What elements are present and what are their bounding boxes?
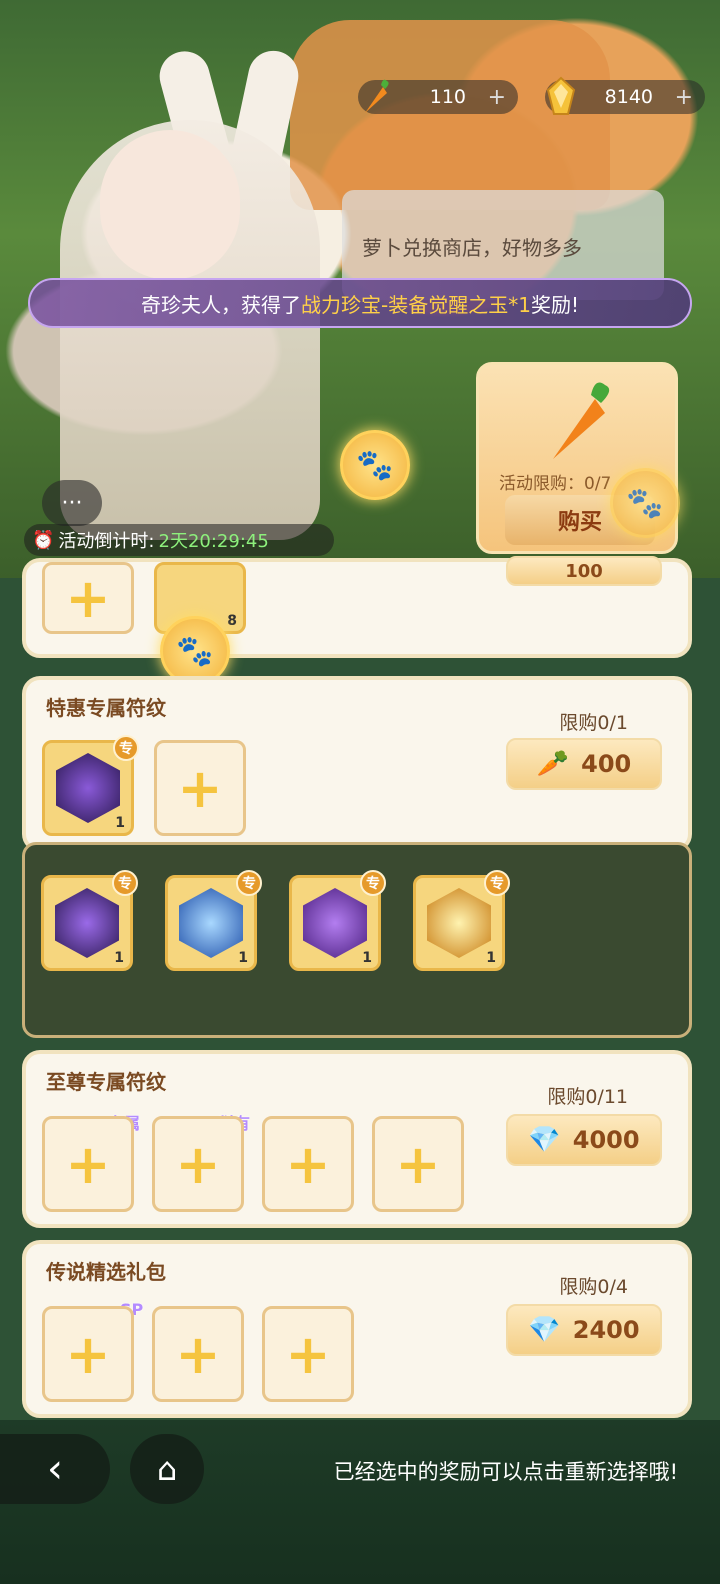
home-icon[interactable]: ⌂ [130, 1434, 204, 1504]
legend-pack-card: 传说精选礼包 限购0/4 💎 2400 SP + + + [22, 1240, 692, 1418]
add-carrot-button[interactable]: + [488, 85, 506, 110]
price-value: 400 [581, 750, 632, 778]
gold-gem-icon: 💎 [528, 1125, 561, 1155]
purchase-limit: 限购0/11 [547, 1086, 628, 1108]
gem-count: 8140 [604, 86, 653, 108]
item-count: 1 [114, 950, 124, 966]
exclusive-badge: 专 [484, 870, 510, 896]
exclusive-badge: 专 [113, 735, 139, 761]
empty-slot[interactable]: + [154, 740, 246, 836]
broadcast-suffix: 奖励! [530, 292, 579, 317]
chat-bubble-icon[interactable]: ··· [42, 480, 102, 526]
empty-slot[interactable]: + [42, 1306, 134, 1402]
reward-broadcast: 奇珍夫人，获得了 战力珍宝-装备觉醒之玉*1 奖励! [28, 278, 692, 328]
item-count: 1 [115, 815, 125, 831]
section-title: 传说精选礼包 [46, 1260, 166, 1284]
supreme-price-button[interactable]: 💎 4000 [506, 1114, 662, 1166]
broadcast-prefix: 奇珍夫人，获得了 [141, 292, 301, 317]
bottom-bar: ‹ ⌂ 已经选中的奖励可以点击重新选择哦! [0, 1420, 720, 1584]
rune-option[interactable]: 专 1 [41, 870, 138, 971]
item-count: 1 [362, 950, 372, 966]
paw-icon[interactable]: 🐾 [610, 468, 680, 538]
countdown-label: 活动倒计时: [58, 531, 155, 552]
back-arrow-icon[interactable]: ‹ [0, 1434, 110, 1504]
character-face [100, 130, 240, 280]
reselect-tip: 已经选中的奖励可以点击重新选择哦! [333, 1460, 678, 1484]
rune-option[interactable]: 专 1 [413, 870, 510, 971]
carrot-icon: 🥕 [536, 749, 570, 779]
supreme-rune-card: 至尊专属符纹 限购0/11 💎 4000 专属 稀有 + + + + [22, 1050, 692, 1228]
empty-slot[interactable]: + [42, 1116, 134, 1212]
legend-price-button[interactable]: 💎 2400 [506, 1304, 662, 1356]
partial-price: 100 [565, 560, 603, 582]
event-countdown: ⏰ 活动倒计时: 2天20:29:45 [24, 524, 334, 556]
special-price-button[interactable]: 🥕 400 [506, 738, 662, 790]
empty-slot[interactable]: + [152, 1116, 244, 1212]
purple-dragon-rune-icon [303, 888, 367, 958]
countdown-time: 2天20:29:45 [158, 531, 269, 552]
purple-feather-rune-icon [56, 753, 120, 823]
empty-slot[interactable]: + [152, 1306, 244, 1402]
gem-currency-bar[interactable]: 8140 + [545, 76, 705, 115]
partial-offer-card: + 8 100 [22, 556, 692, 658]
empty-slot[interactable]: + [262, 1116, 354, 1212]
purchase-limit: 限购0/4 [559, 1276, 628, 1298]
empty-slot[interactable]: + [372, 1116, 464, 1212]
item-count: 1 [238, 950, 248, 966]
rune-option[interactable]: 专 1 [289, 870, 386, 971]
gold-gem-icon [541, 74, 581, 118]
carrot-currency-bar[interactable]: 110 + [358, 79, 518, 114]
exclusive-badge: 专 [360, 870, 386, 896]
empty-slot[interactable]: + [262, 1306, 354, 1402]
empty-slot[interactable]: + [42, 562, 134, 634]
clock-icon: ⏰ [32, 529, 55, 551]
paw-icon[interactable]: 🐾 [340, 430, 410, 500]
price-value: 2400 [572, 1316, 640, 1344]
price-value: 4000 [572, 1126, 640, 1154]
featured-limit: 活动限购：0/7 [499, 474, 612, 494]
golden-burst-rune-icon [427, 888, 491, 958]
hero-banner: 110 + 8140 + 萝卜兑换商店，好物多多 奇珍夫人，获得了 战力珍宝-装… [0, 0, 720, 585]
exclusive-badge: 专 [236, 870, 262, 896]
special-rune-card: 特惠专属符纹 限购0/1 🥕 400 专 1 + [22, 676, 692, 852]
gold-gem-icon: 💎 [528, 1315, 561, 1345]
shop-list[interactable]: + 8 100 🐾 特惠专属符纹 限购0/1 🥕 400 专 1 + 专 1 专… [0, 556, 720, 1428]
purchase-limit: 限购0/1 [559, 712, 628, 734]
carrot-icon [539, 375, 619, 481]
add-gem-button[interactable]: + [675, 85, 693, 110]
selected-rune-slot[interactable]: 专 1 [42, 735, 139, 836]
rune-option[interactable]: 专 1 [165, 870, 262, 971]
rune-options-panel: 专 1 专 1 专 1 专 1 [22, 842, 692, 1038]
item-count: 8 [227, 613, 237, 629]
purple-feather-rune-icon [55, 888, 119, 958]
exclusive-badge: 专 [112, 870, 138, 896]
speech-text: 萝卜兑换商店，好物多多 [362, 236, 582, 260]
section-title: 特惠专属符纹 [46, 696, 166, 720]
carrot-icon [354, 74, 394, 118]
ice-crystal-rune-icon [179, 888, 243, 958]
price-button[interactable]: 100 [506, 556, 662, 586]
item-count: 1 [486, 950, 496, 966]
carrot-count: 110 [429, 86, 466, 108]
broadcast-highlight: 战力珍宝-装备觉醒之玉*1 [301, 292, 531, 317]
section-title: 至尊专属符纹 [46, 1070, 166, 1094]
